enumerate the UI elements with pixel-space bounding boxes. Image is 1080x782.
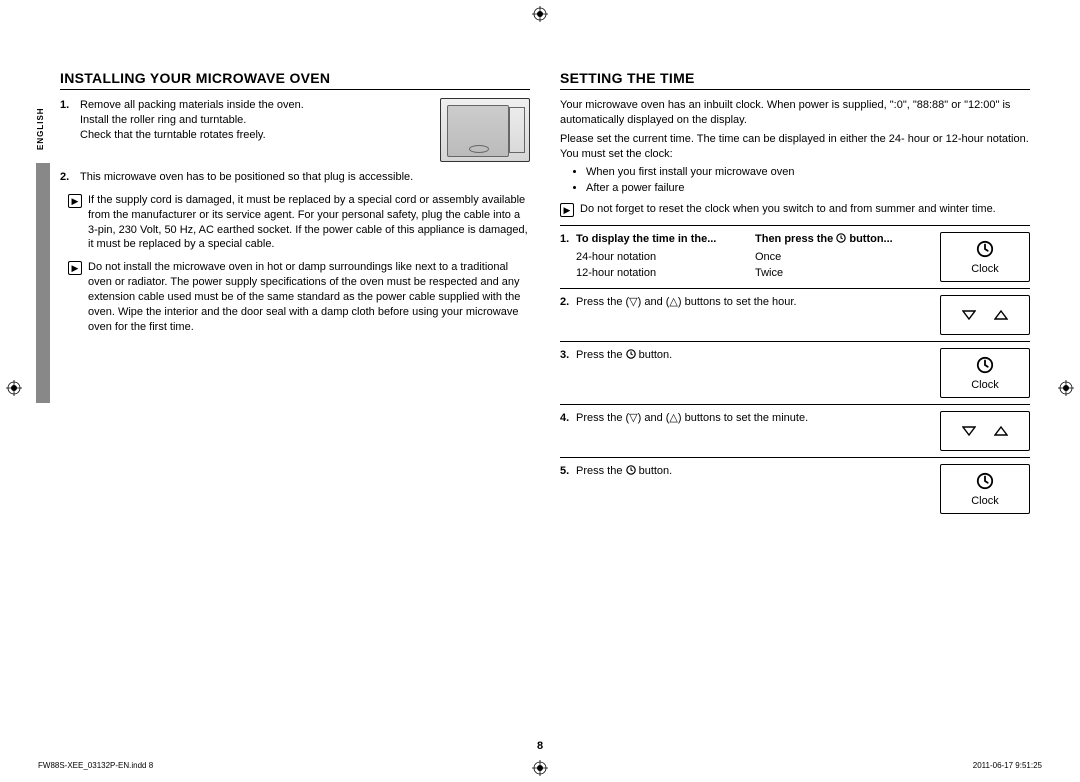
time-step-2-text: Press the (▽) and (△) buttons to set the… (576, 296, 797, 308)
table-head-2b: button... (846, 233, 892, 245)
time-step-4-text: Press the (▽) and (△) buttons to set the… (576, 412, 808, 424)
clock-button-illustration: Clock (940, 232, 1030, 282)
clock-label: Clock (971, 495, 999, 507)
up-triangle-icon (994, 310, 1008, 320)
step5-a: Press the (576, 465, 626, 477)
clock-reminder-text: Do not forget to reset the clock when yo… (580, 202, 996, 217)
warning-2: ▶ Do not install the microwave oven in h… (68, 260, 530, 334)
time-step-5: 5.Press the button. (560, 464, 930, 479)
up-triangle-icon (994, 426, 1008, 436)
table-head-1: To display the time in the... (576, 233, 716, 245)
clock-icon (836, 233, 846, 245)
heading-setting-time: SETTING THE TIME (560, 70, 1030, 90)
clock-label: Clock (971, 263, 999, 275)
clock-reminder: ▶ Do not forget to reset the clock when … (560, 202, 1030, 217)
registration-mark-left (6, 380, 22, 396)
warning-2-text: Do not install the microwave oven in hot… (88, 260, 530, 334)
note-icon: ▶ (560, 203, 574, 217)
down-triangle-icon (962, 310, 976, 320)
up-down-button-illustration (940, 411, 1030, 451)
footer-filename: FW88S-XEE_03132P-EN.indd 8 (38, 761, 153, 770)
time-step-3: 3.Press the button. (560, 348, 930, 363)
warning-1-text: If the supply cord is damaged, it must b… (88, 193, 530, 252)
row-once: Once (755, 250, 930, 265)
down-triangle-icon (962, 426, 976, 436)
install-step-1: Remove all packing materials inside the … (80, 98, 530, 162)
time-step-4: 4.Press the (▽) and (△) buttons to set t… (560, 411, 930, 426)
table-head-2a: Then press the (755, 233, 836, 245)
clock-icon (976, 240, 994, 261)
step1-line-b: Install the roller ring and turntable. (80, 113, 432, 128)
registration-mark-bottom (532, 760, 548, 776)
intro-paragraph-2: Please set the current time. The time ca… (560, 132, 1030, 162)
row-24hour: 24-hour notation (576, 250, 735, 265)
left-column: INSTALLING YOUR MICROWAVE OVEN Remove al… (60, 70, 530, 520)
note-icon: ▶ (68, 261, 82, 275)
clock-icon (976, 356, 994, 377)
intro-paragraph-1: Your microwave oven has an inbuilt clock… (560, 98, 1030, 128)
clock-icon (626, 465, 636, 477)
language-tab-bar (36, 163, 50, 403)
note-icon: ▶ (68, 194, 82, 208)
heading-installing: INSTALLING YOUR MICROWAVE OVEN (60, 70, 530, 90)
microwave-illustration (440, 98, 530, 162)
registration-mark-right (1058, 380, 1074, 396)
row-12hour: 12-hour notation (576, 266, 735, 281)
clock-icon (976, 472, 994, 493)
warning-1: ▶ If the supply cord is damaged, it must… (68, 193, 530, 252)
clock-button-illustration: Clock (940, 464, 1030, 514)
time-step-2: 2.Press the (▽) and (△) buttons to set t… (560, 295, 930, 310)
step5-b: button. (636, 465, 673, 477)
clock-icon (626, 349, 636, 361)
row-twice: Twice (755, 266, 930, 281)
clock-button-illustration: Clock (940, 348, 1030, 398)
time-step-1: 1.To display the time in the... 24-hour … (560, 232, 930, 281)
registration-mark-top (532, 6, 548, 22)
step3-a: Press the (576, 349, 626, 361)
bullet-2: After a power failure (586, 181, 1030, 196)
page-number: 8 (0, 740, 1080, 752)
clock-label: Clock (971, 379, 999, 391)
bullet-1: When you first install your microwave ov… (586, 165, 1030, 180)
step1-line-c: Check that the turntable rotates freely. (80, 128, 432, 143)
step1-line-a: Remove all packing materials inside the … (80, 98, 432, 113)
right-column: SETTING THE TIME Your microwave oven has… (560, 70, 1030, 520)
footer-timestamp: 2011-06-17 9:51:25 (973, 761, 1042, 770)
language-label: ENGLISH (36, 107, 45, 150)
up-down-button-illustration (940, 295, 1030, 335)
install-step-2: This microwave oven has to be positioned… (80, 170, 530, 185)
step3-b: button. (636, 349, 673, 361)
